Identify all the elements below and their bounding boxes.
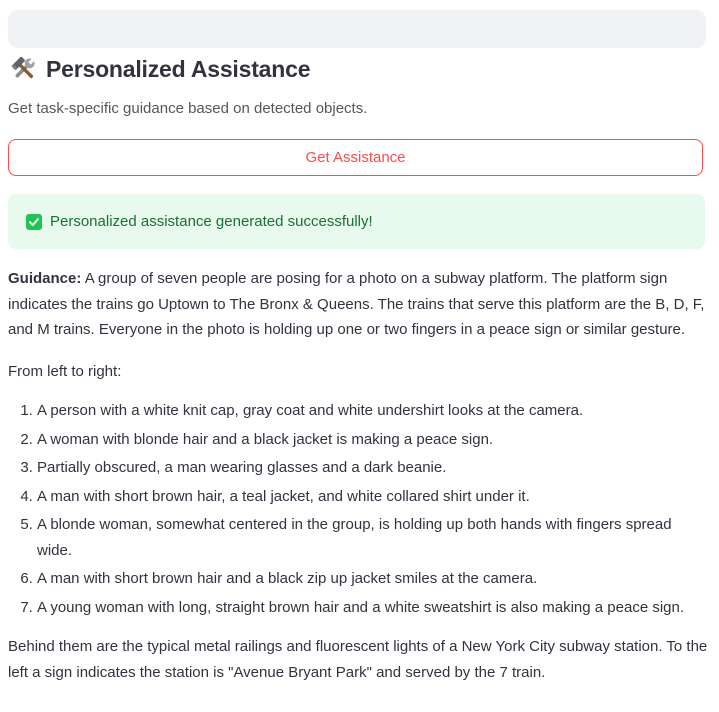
guidance-content: Guidance: A group of seven people are po… (8, 266, 708, 701)
people-list: A person with a white knit cap, gray coa… (8, 398, 708, 620)
guidance-label: Guidance: (8, 270, 82, 287)
order-label: From left to right: (8, 362, 122, 380)
get-assistance-button[interactable]: Get Assistance (8, 139, 703, 176)
list-item: A person with a white knit cap, gray coa… (37, 398, 708, 424)
list-item: A woman with blonde hair and a black jac… (37, 427, 708, 453)
text-input-area[interactable] (8, 10, 706, 48)
list-item: A blonde woman, somewhat centered in the… (37, 512, 708, 563)
hammer-and-wrench-icon (10, 55, 38, 83)
section-header: Personalized Assistance (10, 52, 310, 86)
page-caption: Get task-specific guidance based on dete… (8, 100, 368, 117)
list-item: Partially obscured, a man wearing glasse… (37, 455, 708, 481)
success-alert: Personalized assistance generated succes… (8, 194, 705, 249)
page-title: Personalized Assistance (46, 55, 311, 82)
list-item: A young woman with long, straight brown … (37, 595, 708, 621)
check-box-icon (26, 213, 42, 230)
guidance-closing: Behind them are the typical metal railin… (8, 638, 708, 681)
guidance-intro: A group of seven people are posing for a… (8, 270, 705, 338)
list-item: A man with short brown hair, a teal jack… (37, 484, 708, 510)
guidance-intro-paragraph: Guidance: A group of seven people are po… (8, 266, 708, 343)
success-message: Personalized assistance generated succes… (50, 213, 373, 230)
list-item: A man with short brown hair and a black … (37, 566, 708, 592)
